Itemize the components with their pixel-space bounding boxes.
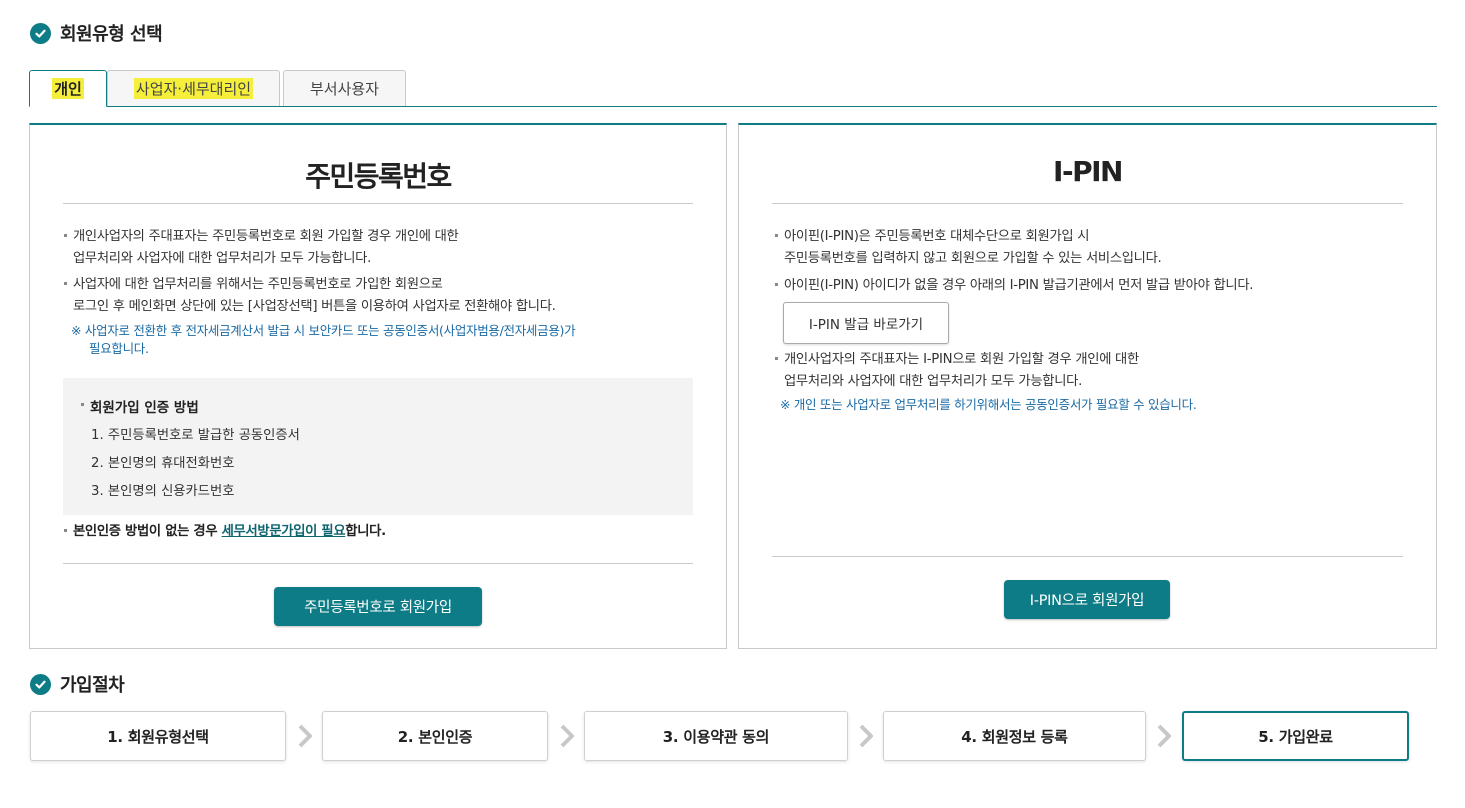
note-text: ※ 사업자로 전환한 후 전자세금계산서 발급 시 보안카드 또는 공동인증서(… <box>71 322 576 358</box>
info-bullet: 아이핀(I-PIN)은 주민등록번호 대체수단으로 회원가입 시 주민등록번호를… <box>774 226 1162 270</box>
check-circle-icon <box>30 673 51 695</box>
auth-method-item: 1. 주민등록번호로 발급한 공동인증서 <box>91 428 300 443</box>
panel-title: 주민등록번호 <box>305 160 452 193</box>
section-title-signup-process: 가입절차 <box>30 671 125 697</box>
chevron-right-icon <box>859 724 873 748</box>
tab-individual[interactable]: 개인 <box>29 70 107 107</box>
auth-method-title: 회원가입 인증 방법 <box>81 396 199 416</box>
ipin-signup-button[interactable]: I-PIN으로 회원가입 <box>1004 580 1170 619</box>
check-circle-icon <box>30 22 51 44</box>
step-signup-complete: 5. 가입완료 <box>1182 711 1409 761</box>
bullet-line: 로그인 후 메인화면 상단에 있는 [사업장선택] 버튼을 이용하여 사업자로 … <box>73 299 556 314</box>
info-bullet: 개인사업자의 주대표자는 주민등록번호로 회원 가입할 경우 개인에 대한 업무… <box>63 226 459 270</box>
section-title-text: 회원유형 선택 <box>60 24 163 45</box>
chevron-right-icon <box>298 724 312 748</box>
note-line: 필요합니다. <box>89 341 149 356</box>
section-title-text: 가입절차 <box>60 675 125 696</box>
step-identity-verification: 2. 본인인증 <box>322 711 548 761</box>
chevron-right-icon <box>1157 724 1171 748</box>
note-text: ※ 개인 또는 사업자로 업무처리를 하기위해서는 공동인증서가 필요할 수 있… <box>780 397 1197 412</box>
tab-business-tax-agent[interactable]: 사업자·세무대리인 <box>107 70 280 106</box>
step-member-type: 1. 회원유형선택 <box>30 711 286 761</box>
divider <box>63 203 693 204</box>
no-auth-prefix: 본인인증 방법이 없는 경우 <box>73 524 222 539</box>
member-type-tabs: 개인 사업자·세무대리인 부서사용자 <box>29 70 1437 107</box>
no-auth-text: 본인인증 방법이 없는 경우 세무서방문가입이 필요합니다. <box>64 521 386 543</box>
note-line: ※ 사업자로 전환한 후 전자세금계산서 발급 시 보안카드 또는 공동인증서(… <box>71 323 576 338</box>
info-bullet: 아이핀(I-PIN) 아이디가 없을 경우 아래의 I-PIN 발급기관에서 먼… <box>774 275 1253 297</box>
auth-method-item: 3. 본인명의 신용카드번호 <box>91 484 235 499</box>
bullet-line: 업무처리와 사업자에 대한 업무처리가 모두 가능합니다. <box>73 251 372 266</box>
bullet-line: 주민등록번호를 입력하지 않고 회원으로 가입할 수 있는 서비스입니다. <box>784 251 1162 266</box>
bullet-line: 아이핀(I-PIN)은 주민등록번호 대체수단으로 회원가입 시 <box>784 229 1090 244</box>
resident-number-panel: 주민등록번호 개인사업자의 주대표자는 주민등록번호로 회원 가입할 경우 개인… <box>29 123 727 649</box>
no-auth-suffix: 합니다. <box>345 524 386 539</box>
tab-label: 사업자·세무대리인 <box>133 78 254 99</box>
step-member-info: 4. 회원정보 등록 <box>883 711 1146 761</box>
divider <box>772 203 1403 204</box>
section-title-member-type: 회원유형 선택 <box>30 20 163 46</box>
ipin-issue-button[interactable]: I-PIN 발급 바로가기 <box>783 302 949 344</box>
step-terms-agreement: 3. 이용약관 동의 <box>584 711 848 761</box>
bullet-line: 개인사업자의 주대표자는 I-PIN으로 회원 가입할 경우 개인에 대한 <box>784 352 1139 367</box>
bullet-line: 사업자에 대한 업무처리를 위해서는 주민등록번호로 가입한 회원으로 <box>73 277 443 292</box>
info-bullet: 개인사업자의 주대표자는 I-PIN으로 회원 가입할 경우 개인에 대한 업무… <box>775 349 1139 393</box>
panel-title: I-PIN <box>1053 155 1123 188</box>
ipin-panel: I-PIN 아이핀(I-PIN)은 주민등록번호 대체수단으로 회원가입 시 주… <box>738 123 1437 649</box>
tab-label: 부서사용자 <box>309 80 379 98</box>
chevron-right-icon <box>560 724 574 748</box>
tab-label: 개인 <box>52 78 84 99</box>
bullet-line: 업무처리와 사업자에 대한 업무처리가 모두 가능합니다. <box>784 374 1083 389</box>
auth-method-item: 2. 본인명의 휴대전화번호 <box>91 456 235 471</box>
divider <box>772 556 1403 557</box>
info-bullet: 사업자에 대한 업무처리를 위해서는 주민등록번호로 가입한 회원으로 로그인 … <box>64 274 556 318</box>
auth-method-box: 회원가입 인증 방법 1. 주민등록번호로 발급한 공동인증서 2. 본인명의 … <box>63 378 693 515</box>
divider <box>63 563 693 564</box>
resident-number-signup-button[interactable]: 주민등록번호로 회원가입 <box>274 587 482 626</box>
tab-department-user[interactable]: 부서사용자 <box>283 70 406 106</box>
bullet-line: 개인사업자의 주대표자는 주민등록번호로 회원 가입할 경우 개인에 대한 <box>73 229 459 244</box>
tax-office-visit-link[interactable]: 세무서방문가입이 필요 <box>222 524 346 539</box>
